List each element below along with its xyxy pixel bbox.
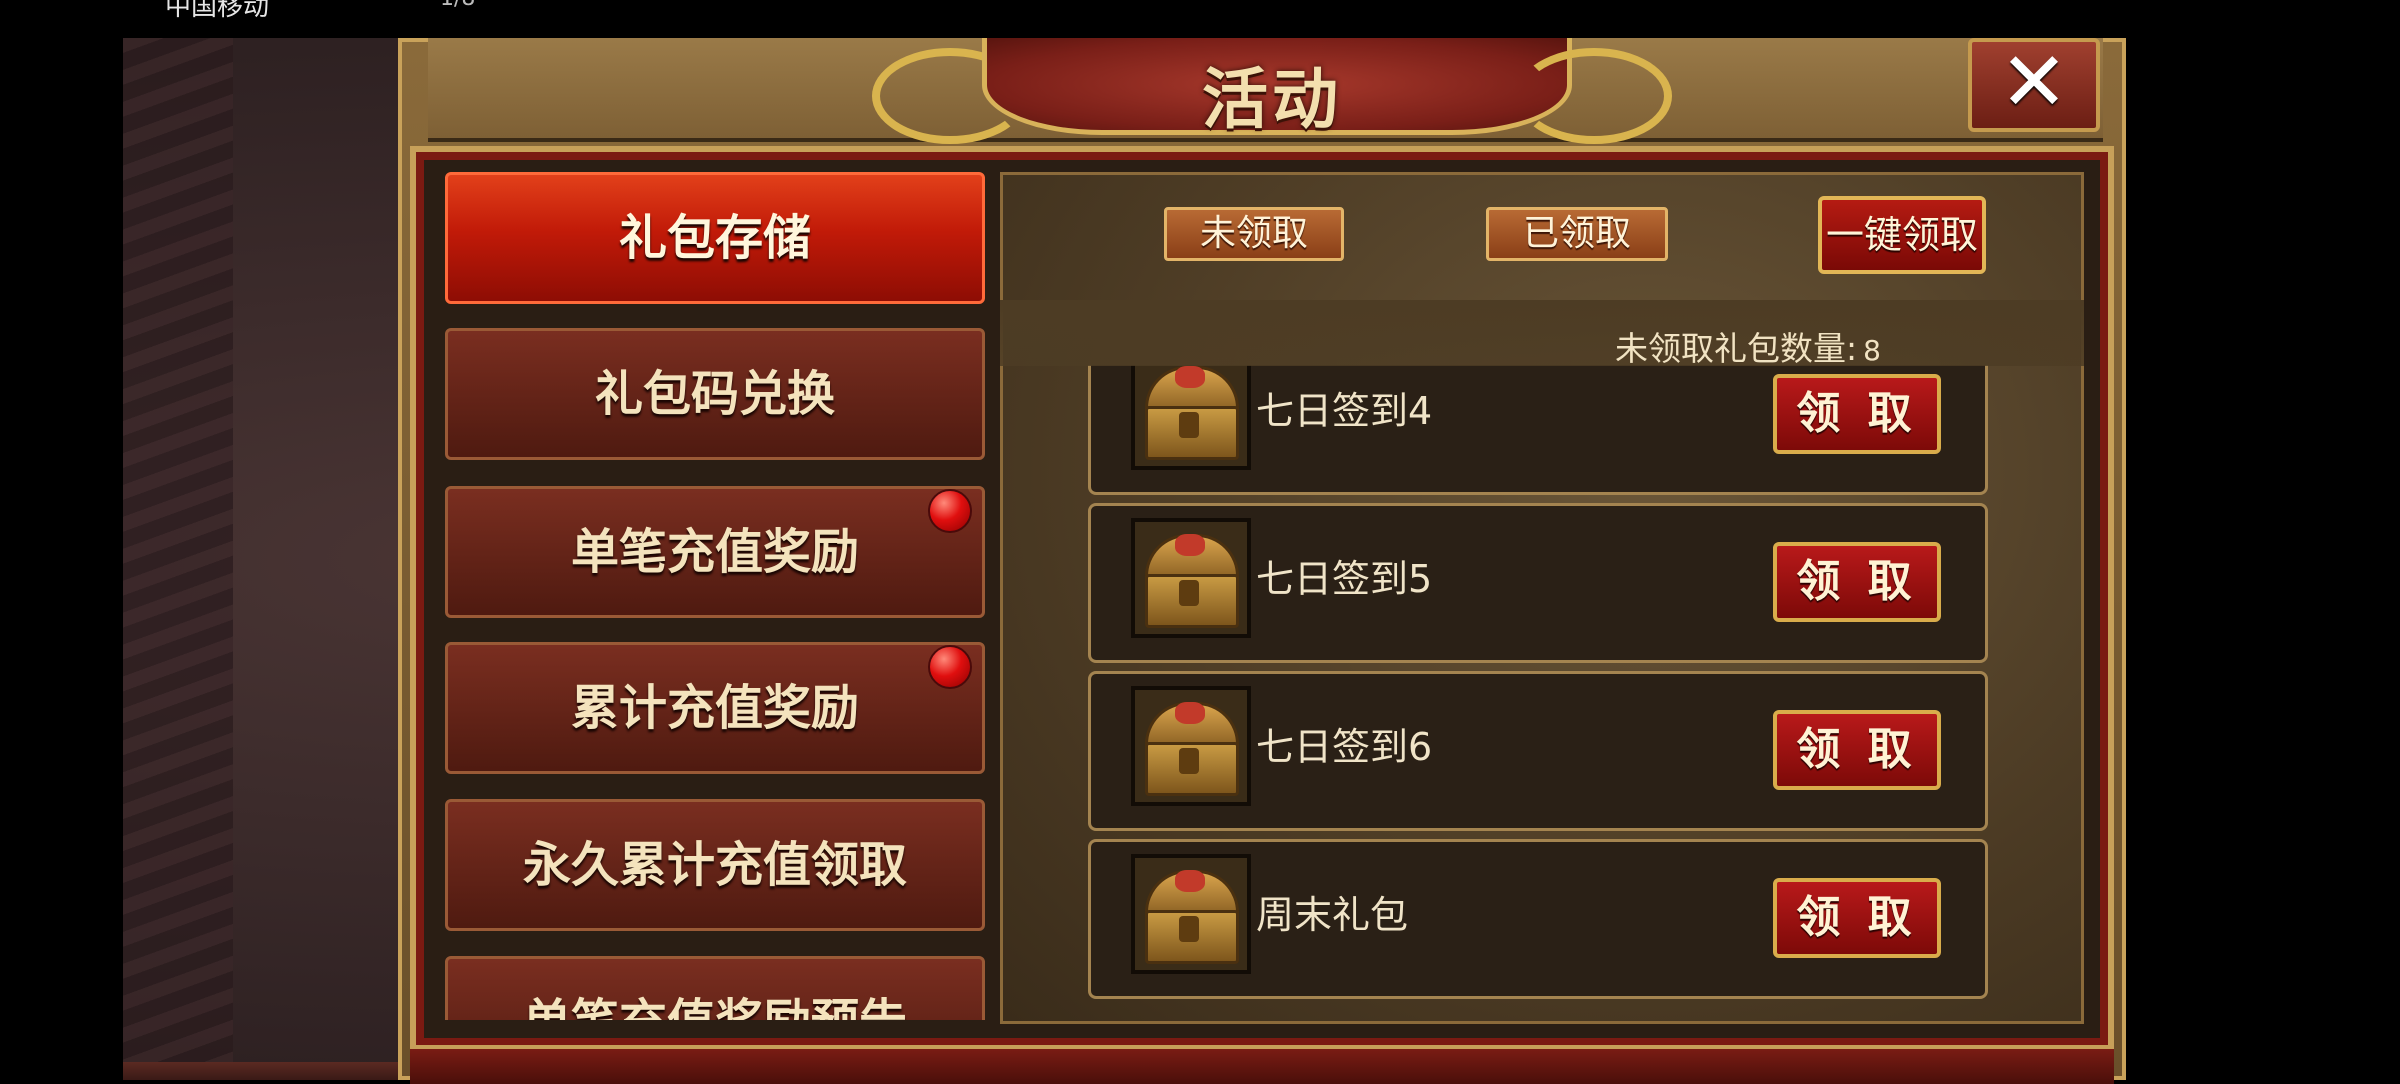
- list-item: 七日签到5 领 取: [1088, 503, 1988, 663]
- activity-menu: 礼包存储 礼包码兑换 单笔充值奖励 累计充值奖励 永久累计充值领取 单笔充值奖励…: [445, 172, 985, 1020]
- claim-button[interactable]: 领 取: [1773, 710, 1941, 790]
- claim-button[interactable]: 领 取: [1773, 878, 1941, 958]
- tab-claimed[interactable]: 已领取: [1486, 207, 1668, 261]
- list-item: 七日签到6 领 取: [1088, 671, 1988, 831]
- unclaimed-count-text: 未领取礼包数量:: [1615, 329, 1858, 368]
- menu-item-recharge-preview[interactable]: 单笔充值奖励预告: [445, 956, 985, 1020]
- gift-name: 七日签到4: [1256, 389, 1433, 433]
- list-header-fade: [1000, 300, 2084, 366]
- list-item: 七日签到4 领 取: [1088, 365, 1988, 495]
- notification-dot-icon: [928, 489, 972, 533]
- tab-unclaimed[interactable]: 未领取: [1164, 207, 1344, 261]
- title-plate: 活动: [872, 38, 1672, 144]
- gift-name: 七日签到6: [1256, 725, 1433, 769]
- status-bar: 中国移动 1/8: [0, 0, 2284, 38]
- unclaimed-count-value: 8: [1863, 334, 1881, 367]
- claim-button[interactable]: 领 取: [1773, 542, 1941, 622]
- list-item: 周末礼包 领 取: [1088, 839, 1988, 999]
- menu-item-label: 累计充值奖励: [570, 680, 859, 736]
- one-key-claim-button[interactable]: 一键领取: [1818, 196, 1986, 274]
- treasure-chest-icon: [1131, 518, 1251, 638]
- carrier-label: 中国移动: [165, 0, 270, 22]
- dialog-bottom-bar: [410, 1045, 2114, 1084]
- menu-item-label: 礼包码兑换: [594, 366, 835, 422]
- gift-name: 周末礼包: [1256, 893, 1409, 937]
- menu-item-cumulative-recharge[interactable]: 累计充值奖励: [445, 642, 985, 774]
- menu-item-gift-storage[interactable]: 礼包存储: [445, 172, 985, 304]
- menu-item-label: 单笔充值奖励: [570, 524, 859, 580]
- menu-item-single-recharge[interactable]: 单笔充值奖励: [445, 486, 985, 618]
- menu-item-permanent-recharge[interactable]: 永久累计充值领取: [445, 799, 985, 931]
- status-extra: 1/8: [440, 0, 475, 11]
- unclaimed-count-label: 未领取礼包数量: 8: [1615, 322, 1881, 370]
- gift-name: 七日签到5: [1256, 557, 1433, 601]
- treasure-chest-icon: [1131, 686, 1251, 806]
- dialog-title: 活动: [1202, 61, 1342, 138]
- menu-item-label: 礼包存储: [618, 210, 811, 266]
- claim-button[interactable]: 领 取: [1773, 374, 1941, 454]
- menu-item-gift-code[interactable]: 礼包码兑换: [445, 328, 985, 460]
- menu-item-label: 永久累计充值领取: [522, 837, 907, 893]
- treasure-chest-icon: [1131, 854, 1251, 974]
- close-button[interactable]: ✕: [1968, 38, 2100, 132]
- treasure-chest-icon: [1131, 365, 1251, 470]
- gift-list[interactable]: 七日签到4 领 取 七日签到5 领 取 七日签到6 领 取 周末礼包 领 取: [1088, 365, 1988, 1005]
- menu-item-label: 单笔充值奖励预告: [523, 994, 907, 1020]
- ornament-left: [123, 38, 233, 1080]
- notification-dot-icon: [928, 645, 972, 689]
